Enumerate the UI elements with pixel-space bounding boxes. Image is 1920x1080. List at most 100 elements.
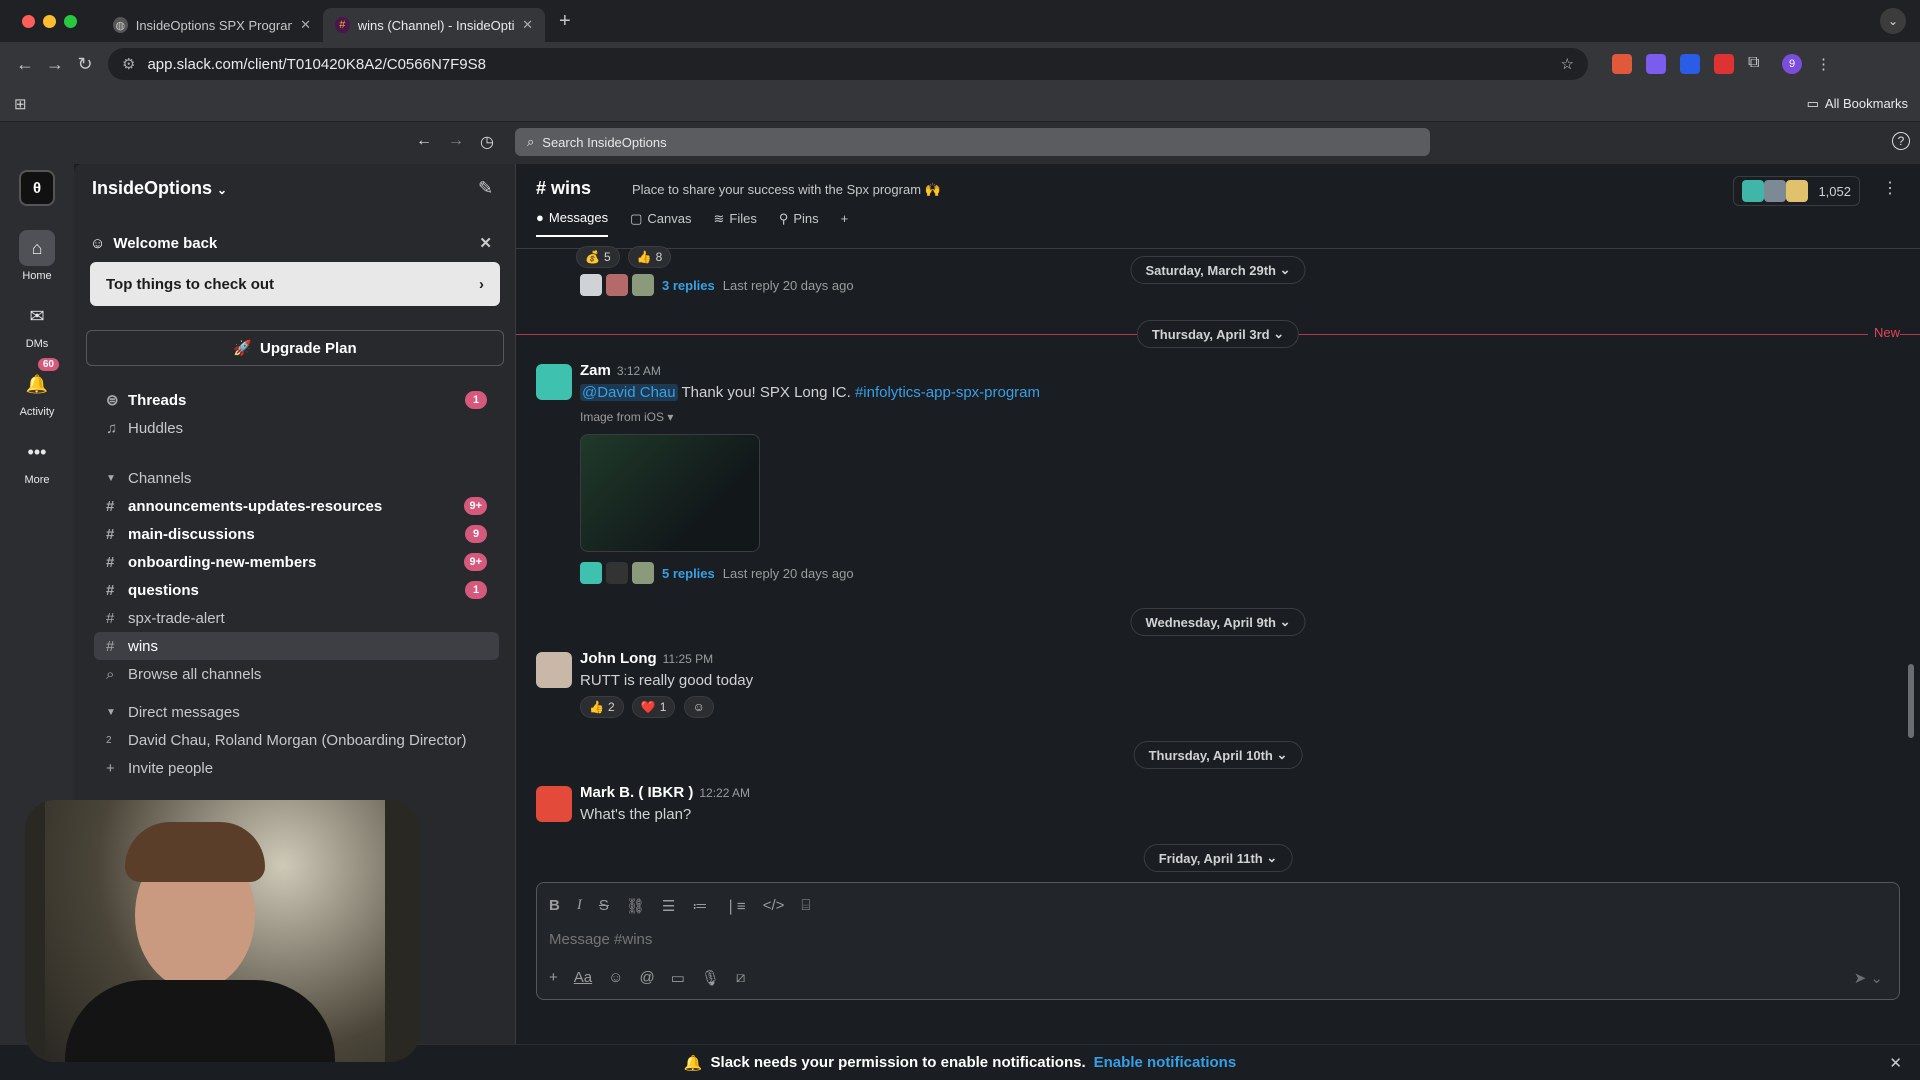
rail-dms[interactable]: ✉ DMs	[0, 298, 74, 351]
close-tab-icon[interactable]: ✕	[522, 17, 533, 33]
apps-grid-icon[interactable]: ⊞	[14, 95, 27, 113]
tab-pins[interactable]: ⚲ Pins	[779, 210, 819, 237]
sidebar-channel[interactable]: # announcements-updates-resources 9+	[94, 492, 499, 520]
bookmark-star-icon[interactable]: ☆	[1561, 55, 1574, 73]
sidebar-channel[interactable]: # spx-trade-alert	[94, 604, 499, 632]
tab-search-icon[interactable]: ⌄	[1880, 8, 1906, 34]
slash-command-icon[interactable]: ⧄	[736, 969, 746, 987]
reaction[interactable]: ❤️ 1	[631, 696, 676, 718]
scrollbar-thumb[interactable]	[1908, 664, 1914, 738]
back-icon[interactable]: ←	[10, 54, 40, 75]
channel-link[interactable]: #infolytics-app-spx-program	[855, 384, 1040, 401]
address-bar[interactable]: ⚙ app.slack.com/client/T010420K8A2/C0566…	[108, 48, 1588, 80]
search-input[interactable]: ⌕ Search InsideOptions	[515, 128, 1430, 156]
ordered-list-icon[interactable]: ☰	[662, 897, 675, 915]
extension-chat-icon[interactable]	[1646, 54, 1666, 74]
add-reaction-button[interactable]: ☺	[683, 696, 714, 718]
emoji-icon[interactable]: ☺	[608, 969, 623, 987]
invite-people[interactable]: + Invite people	[94, 754, 499, 782]
strikethrough-icon[interactable]: S	[599, 897, 609, 915]
maximize-window-button[interactable]	[64, 14, 77, 28]
browser-tab-1[interactable]: ◍ InsideOptions SPX Program | ✕	[101, 8, 323, 42]
bulleted-list-icon[interactable]: ≔	[692, 897, 707, 915]
sidebar-channel[interactable]: # questions 1	[94, 576, 499, 604]
members-button[interactable]: 1,052	[1733, 176, 1860, 206]
date-divider[interactable]: Thursday, April 3rd ⌄	[1136, 320, 1300, 348]
enable-notifications-link[interactable]: Enable notifications	[1094, 1054, 1237, 1071]
code-icon[interactable]: </>	[763, 897, 785, 915]
plus-icon[interactable]: +	[549, 969, 558, 987]
tab-files[interactable]: ≋ Files	[713, 210, 756, 237]
sidebar-channel-selected[interactable]: # wins	[94, 632, 499, 660]
upgrade-plan-button[interactable]: 🚀 Upgrade Plan	[86, 330, 504, 366]
user-mention[interactable]: @David Chau	[580, 384, 678, 401]
browser-tab-2[interactable]: # wins (Channel) - InsideOptio ✕	[323, 8, 545, 42]
avatar[interactable]	[536, 786, 572, 822]
prev-thread-summary[interactable]: 3 replies Last reply 20 days ago	[580, 274, 854, 296]
browser-menu-icon[interactable]: ⋮	[1816, 55, 1831, 73]
bold-icon[interactable]: B	[549, 897, 560, 915]
profile-avatar[interactable]: 9	[1782, 54, 1802, 74]
mention-icon[interactable]: @	[639, 969, 654, 987]
video-icon[interactable]: ▭	[671, 969, 685, 987]
date-divider[interactable]: Thursday, April 10th ⌄	[1133, 741, 1303, 769]
timestamp[interactable]: 12:22 AM	[699, 786, 750, 800]
channels-section-header[interactable]: ▼ Channels	[94, 464, 499, 492]
timestamp[interactable]: 11:25 PM	[663, 652, 713, 666]
code-block-icon[interactable]: ⌸	[801, 897, 810, 915]
reaction[interactable]: 👍 2	[580, 696, 624, 718]
attached-image[interactable]	[580, 434, 760, 552]
close-icon[interactable]: ✕	[479, 234, 492, 252]
avatar[interactable]	[536, 652, 572, 688]
timestamp[interactable]: 3:12 AM	[617, 364, 661, 378]
dm-section-header[interactable]: ▼ Direct messages	[94, 698, 499, 726]
site-info-icon[interactable]: ⚙	[122, 55, 135, 73]
rail-activity[interactable]: 🔔 60 Activity	[0, 358, 74, 418]
close-icon[interactable]: ✕	[1889, 1054, 1902, 1072]
history-back-icon[interactable]: ←	[416, 132, 432, 150]
author-name[interactable]: Mark B. ( IBKR )	[580, 784, 693, 801]
history-clock-icon[interactable]: ◷	[480, 132, 494, 152]
sidebar-dm-item[interactable]: 2 David Chau, Roland Morgan (Onboarding …	[94, 726, 499, 754]
replies-link[interactable]: 5 replies	[662, 566, 715, 581]
date-divider[interactable]: Wednesday, April 9th ⌄	[1130, 608, 1306, 636]
image-label-row[interactable]: Image from iOS ▾	[580, 410, 673, 424]
extensions-puzzle-icon[interactable]: ⧉	[1748, 54, 1768, 74]
reaction[interactable]: 💰 5	[576, 246, 620, 268]
text-format-icon[interactable]: Aa	[574, 969, 592, 987]
message-input[interactable]	[549, 931, 1849, 948]
date-divider[interactable]: Saturday, March 29th ⌄	[1130, 256, 1306, 284]
history-forward-icon[interactable]: →	[448, 132, 464, 150]
tab-messages[interactable]: ● Messages	[536, 210, 609, 237]
author-name[interactable]: Zam	[580, 362, 611, 379]
workspace-name[interactable]: InsideOptions ⌄	[92, 178, 227, 199]
sidebar-item-threads[interactable]: ⊜ Threads 1	[94, 386, 499, 414]
date-divider[interactable]: Friday, April 11th ⌄	[1143, 844, 1293, 872]
microphone-icon[interactable]: 🎙	[701, 969, 720, 987]
sidebar-item-huddles[interactable]: ♫ Huddles	[94, 414, 499, 442]
sidebar-channel[interactable]: # main-discussions 9	[94, 520, 499, 548]
link-icon[interactable]: ⛓	[626, 897, 645, 915]
thread-summary[interactable]: 5 replies Last reply 20 days ago	[580, 562, 854, 584]
browse-channels[interactable]: ⌕ Browse all channels	[94, 660, 499, 688]
blockquote-icon[interactable]: ❘≡	[724, 897, 745, 915]
help-icon[interactable]: ?	[1892, 132, 1910, 150]
rail-home[interactable]: ⌂ Home	[0, 230, 74, 282]
author-name[interactable]: John Long	[580, 650, 657, 667]
close-tab-icon[interactable]: ✕	[300, 17, 311, 33]
send-icon[interactable]: ➤ ⌄	[1854, 969, 1883, 987]
rail-more[interactable]: ••• More	[0, 434, 74, 487]
close-window-button[interactable]	[22, 14, 35, 28]
italic-icon[interactable]: I	[577, 897, 582, 915]
top-things-button[interactable]: Top things to check out ›	[90, 262, 500, 306]
minimize-window-button[interactable]	[43, 14, 56, 28]
reload-icon[interactable]: ↻	[70, 54, 100, 75]
replies-link[interactable]: 3 replies	[662, 278, 715, 293]
new-tab-icon[interactable]: +	[559, 10, 571, 33]
add-tab-icon[interactable]: +	[841, 210, 849, 237]
channel-menu-icon[interactable]: ⋮	[1882, 178, 1898, 198]
all-bookmarks[interactable]: ▭ All Bookmarks	[1807, 96, 1908, 112]
tab-canvas[interactable]: ▢ Canvas	[630, 210, 691, 237]
channel-title[interactable]: # wins	[536, 178, 591, 199]
sidebar-channel[interactable]: # onboarding-new-members 9+	[94, 548, 499, 576]
